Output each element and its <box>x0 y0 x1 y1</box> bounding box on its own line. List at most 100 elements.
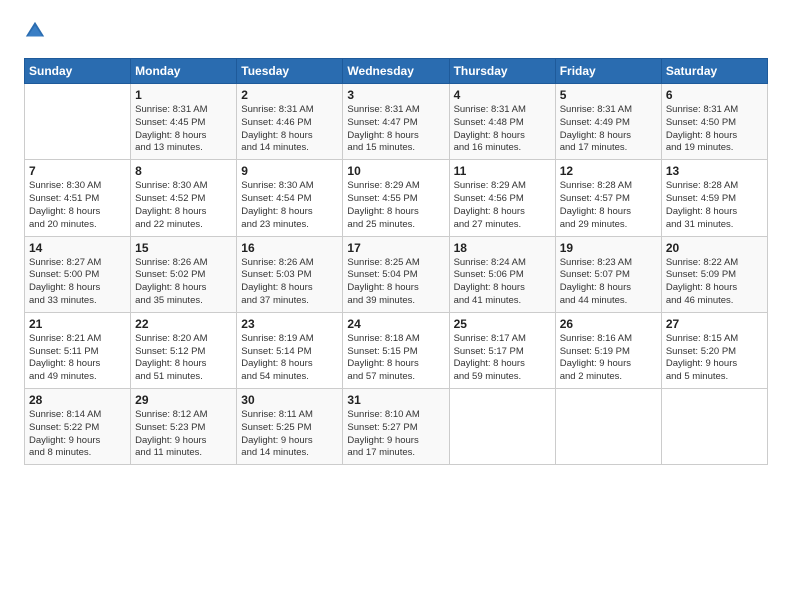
header-cell-tuesday: Tuesday <box>237 59 343 84</box>
day-number: 14 <box>29 241 126 255</box>
day-number: 27 <box>666 317 763 331</box>
day-info: Sunrise: 8:20 AM Sunset: 5:12 PM Dayligh… <box>135 333 232 384</box>
calendar-cell <box>449 389 555 465</box>
calendar-cell: 18 Sunrise: 8:24 AM Sunset: 5:06 PM Dayli… <box>449 236 555 312</box>
day-number: 6 <box>666 88 763 102</box>
calendar-week-row: 7 Sunrise: 8:30 AM Sunset: 4:51 PM Daylig… <box>25 160 768 236</box>
calendar-cell: 5 Sunrise: 8:31 AM Sunset: 4:49 PM Daylig… <box>555 84 661 160</box>
calendar-cell: 20 Sunrise: 8:22 AM Sunset: 5:09 PM Dayli… <box>661 236 767 312</box>
day-number: 16 <box>241 241 338 255</box>
header-cell-saturday: Saturday <box>661 59 767 84</box>
day-info: Sunrise: 8:12 AM Sunset: 5:23 PM Dayligh… <box>135 409 232 460</box>
calendar-cell: 31 Sunrise: 8:10 AM Sunset: 5:27 PM Dayli… <box>343 389 449 465</box>
day-number: 20 <box>666 241 763 255</box>
calendar-week-row: 21 Sunrise: 8:21 AM Sunset: 5:11 PM Dayli… <box>25 312 768 388</box>
day-info: Sunrise: 8:29 AM Sunset: 4:55 PM Dayligh… <box>347 180 444 231</box>
calendar-cell: 21 Sunrise: 8:21 AM Sunset: 5:11 PM Dayli… <box>25 312 131 388</box>
header <box>24 20 768 42</box>
logo-icon <box>24 20 46 42</box>
header-cell-thursday: Thursday <box>449 59 555 84</box>
calendar-cell: 15 Sunrise: 8:26 AM Sunset: 5:02 PM Dayli… <box>131 236 237 312</box>
header-cell-wednesday: Wednesday <box>343 59 449 84</box>
calendar-cell: 10 Sunrise: 8:29 AM Sunset: 4:55 PM Dayli… <box>343 160 449 236</box>
day-info: Sunrise: 8:22 AM Sunset: 5:09 PM Dayligh… <box>666 257 763 308</box>
day-info: Sunrise: 8:25 AM Sunset: 5:04 PM Dayligh… <box>347 257 444 308</box>
calendar-cell: 4 Sunrise: 8:31 AM Sunset: 4:48 PM Daylig… <box>449 84 555 160</box>
calendar-cell: 30 Sunrise: 8:11 AM Sunset: 5:25 PM Dayli… <box>237 389 343 465</box>
day-info: Sunrise: 8:31 AM Sunset: 4:45 PM Dayligh… <box>135 104 232 155</box>
day-info: Sunrise: 8:31 AM Sunset: 4:50 PM Dayligh… <box>666 104 763 155</box>
day-info: Sunrise: 8:16 AM Sunset: 5:19 PM Dayligh… <box>560 333 657 384</box>
calendar-cell: 19 Sunrise: 8:23 AM Sunset: 5:07 PM Dayli… <box>555 236 661 312</box>
day-info: Sunrise: 8:21 AM Sunset: 5:11 PM Dayligh… <box>29 333 126 384</box>
day-number: 12 <box>560 164 657 178</box>
day-info: Sunrise: 8:17 AM Sunset: 5:17 PM Dayligh… <box>454 333 551 384</box>
calendar-cell: 24Sunrise: 8:18 AM Sunset: 5:15 PM Dayli… <box>343 312 449 388</box>
day-info: Sunrise: 8:28 AM Sunset: 4:59 PM Dayligh… <box>666 180 763 231</box>
header-cell-sunday: Sunday <box>25 59 131 84</box>
calendar-cell: 17 Sunrise: 8:25 AM Sunset: 5:04 PM Dayli… <box>343 236 449 312</box>
day-number: 21 <box>29 317 126 331</box>
day-number: 18 <box>454 241 551 255</box>
day-info: Sunrise: 8:31 AM Sunset: 4:48 PM Dayligh… <box>454 104 551 155</box>
day-info: Sunrise: 8:28 AM Sunset: 4:57 PM Dayligh… <box>560 180 657 231</box>
day-number: 3 <box>347 88 444 102</box>
calendar-cell: 3Sunrise: 8:31 AM Sunset: 4:47 PM Daylig… <box>343 84 449 160</box>
day-number: 25 <box>454 317 551 331</box>
day-info: Sunrise: 8:27 AM Sunset: 5:00 PM Dayligh… <box>29 257 126 308</box>
day-number: 26 <box>560 317 657 331</box>
calendar-cell: 25 Sunrise: 8:17 AM Sunset: 5:17 PM Dayli… <box>449 312 555 388</box>
day-number: 30 <box>241 393 338 407</box>
page: SundayMondayTuesdayWednesdayThursdayFrid… <box>0 0 792 481</box>
day-number: 23 <box>241 317 338 331</box>
day-info: Sunrise: 8:23 AM Sunset: 5:07 PM Dayligh… <box>560 257 657 308</box>
day-info: Sunrise: 8:31 AM Sunset: 4:49 PM Dayligh… <box>560 104 657 155</box>
day-number: 31 <box>347 393 444 407</box>
day-number: 9 <box>241 164 338 178</box>
day-number: 4 <box>454 88 551 102</box>
day-number: 7 <box>29 164 126 178</box>
calendar-cell: 7 Sunrise: 8:30 AM Sunset: 4:51 PM Daylig… <box>25 160 131 236</box>
day-number: 19 <box>560 241 657 255</box>
day-number: 29 <box>135 393 232 407</box>
calendar-cell: 29 Sunrise: 8:12 AM Sunset: 5:23 PM Dayli… <box>131 389 237 465</box>
day-info: Sunrise: 8:30 AM Sunset: 4:51 PM Dayligh… <box>29 180 126 231</box>
day-number: 2 <box>241 88 338 102</box>
calendar-week-row: 14 Sunrise: 8:27 AM Sunset: 5:00 PM Dayli… <box>25 236 768 312</box>
calendar-cell: 13 Sunrise: 8:28 AM Sunset: 4:59 PM Dayli… <box>661 160 767 236</box>
day-info: Sunrise: 8:30 AM Sunset: 4:54 PM Dayligh… <box>241 180 338 231</box>
day-number: 22 <box>135 317 232 331</box>
calendar-cell <box>661 389 767 465</box>
calendar-week-row: 28Sunrise: 8:14 AM Sunset: 5:22 PM Dayli… <box>25 389 768 465</box>
day-info: Sunrise: 8:30 AM Sunset: 4:52 PM Dayligh… <box>135 180 232 231</box>
calendar-cell: 26 Sunrise: 8:16 AM Sunset: 5:19 PM Dayli… <box>555 312 661 388</box>
day-info: Sunrise: 8:10 AM Sunset: 5:27 PM Dayligh… <box>347 409 444 460</box>
calendar-cell: 23 Sunrise: 8:19 AM Sunset: 5:14 PM Dayli… <box>237 312 343 388</box>
calendar-cell: 28Sunrise: 8:14 AM Sunset: 5:22 PM Dayli… <box>25 389 131 465</box>
calendar-cell: 1Sunrise: 8:31 AM Sunset: 4:45 PM Daylig… <box>131 84 237 160</box>
calendar-cell: 6 Sunrise: 8:31 AM Sunset: 4:50 PM Daylig… <box>661 84 767 160</box>
day-number: 24 <box>347 317 444 331</box>
day-number: 8 <box>135 164 232 178</box>
header-cell-monday: Monday <box>131 59 237 84</box>
day-info: Sunrise: 8:29 AM Sunset: 4:56 PM Dayligh… <box>454 180 551 231</box>
day-info: Sunrise: 8:26 AM Sunset: 5:03 PM Dayligh… <box>241 257 338 308</box>
day-number: 11 <box>454 164 551 178</box>
day-number: 10 <box>347 164 444 178</box>
day-info: Sunrise: 8:26 AM Sunset: 5:02 PM Dayligh… <box>135 257 232 308</box>
day-number: 13 <box>666 164 763 178</box>
day-info: Sunrise: 8:24 AM Sunset: 5:06 PM Dayligh… <box>454 257 551 308</box>
calendar-cell: 2Sunrise: 8:31 AM Sunset: 4:46 PM Daylig… <box>237 84 343 160</box>
calendar-cell <box>555 389 661 465</box>
calendar-cell: 27 Sunrise: 8:15 AM Sunset: 5:20 PM Dayli… <box>661 312 767 388</box>
calendar-cell: 14 Sunrise: 8:27 AM Sunset: 5:00 PM Dayli… <box>25 236 131 312</box>
day-number: 5 <box>560 88 657 102</box>
day-info: Sunrise: 8:11 AM Sunset: 5:25 PM Dayligh… <box>241 409 338 460</box>
day-info: Sunrise: 8:19 AM Sunset: 5:14 PM Dayligh… <box>241 333 338 384</box>
calendar-cell <box>25 84 131 160</box>
day-number: 17 <box>347 241 444 255</box>
logo <box>24 20 50 42</box>
calendar-cell: 9 Sunrise: 8:30 AM Sunset: 4:54 PM Daylig… <box>237 160 343 236</box>
day-info: Sunrise: 8:15 AM Sunset: 5:20 PM Dayligh… <box>666 333 763 384</box>
day-number: 15 <box>135 241 232 255</box>
